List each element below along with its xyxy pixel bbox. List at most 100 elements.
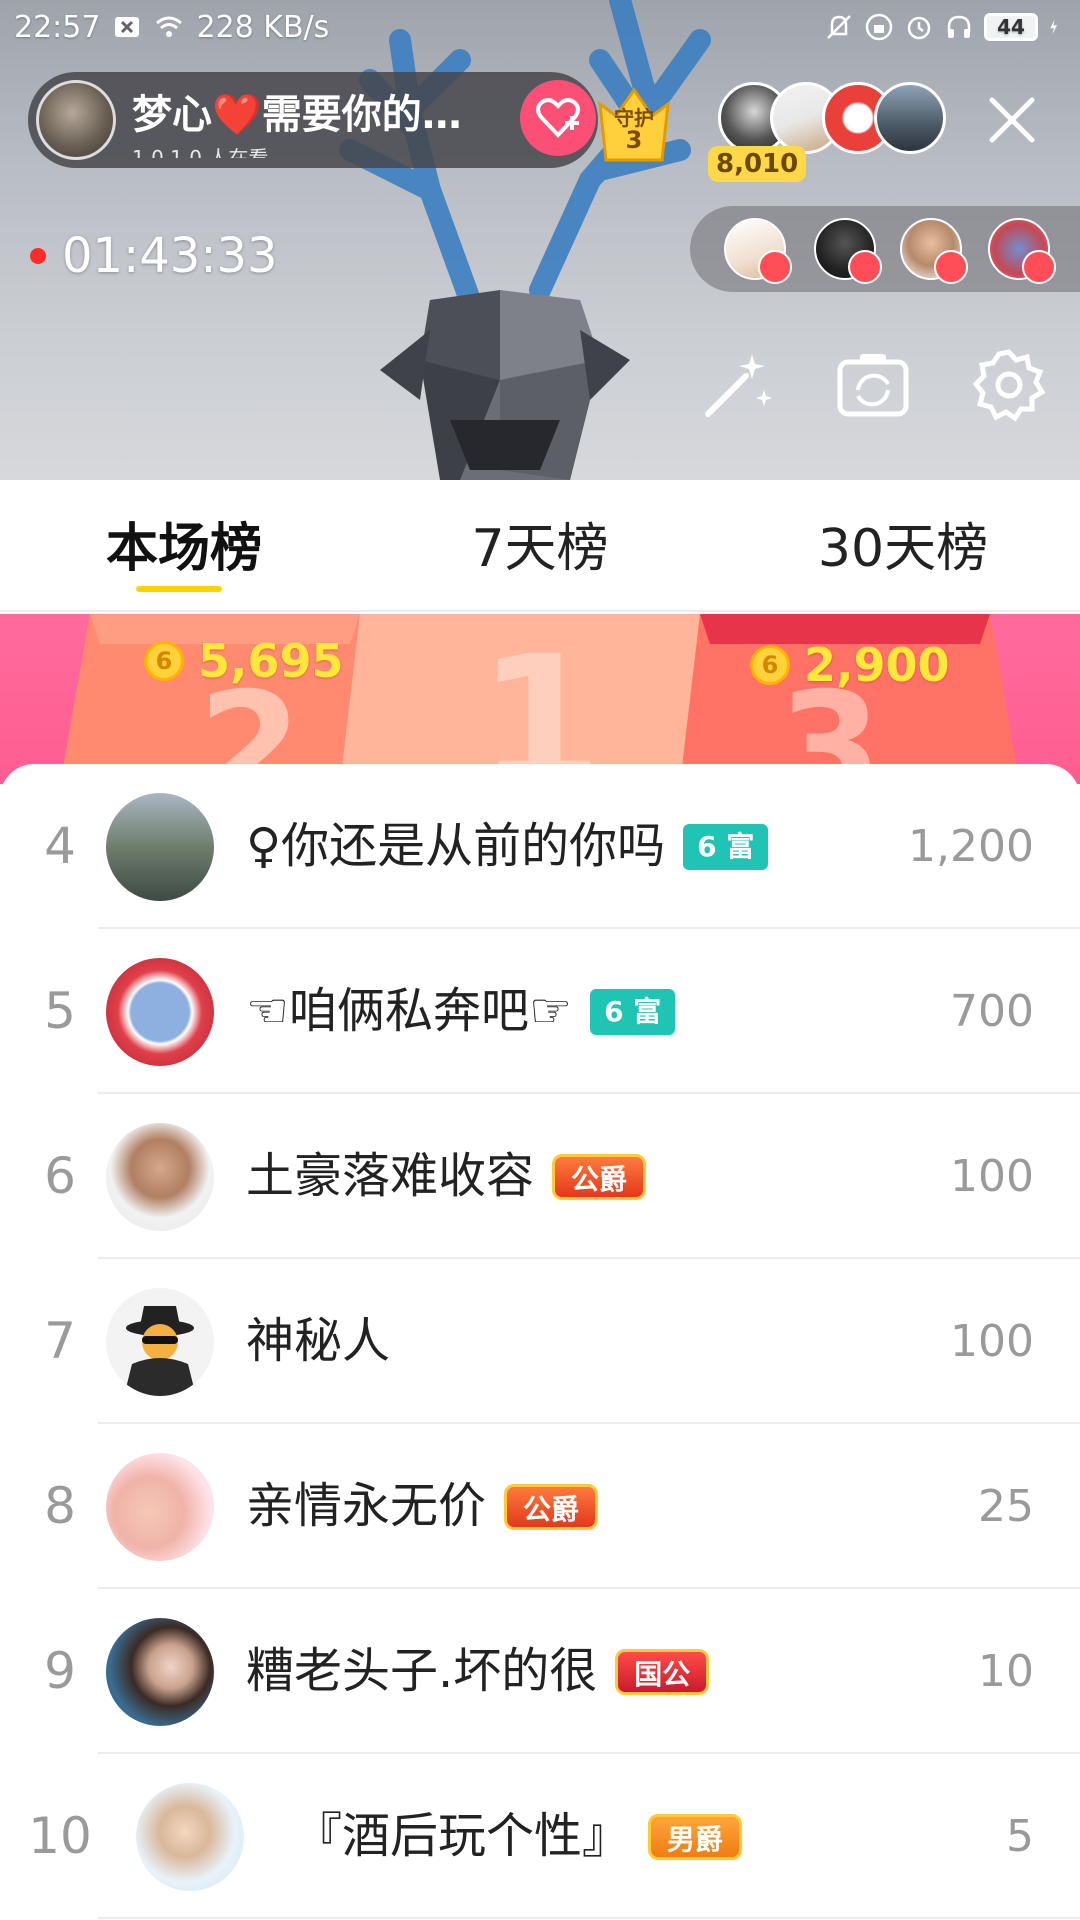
settings-gear-icon[interactable]: [970, 346, 1048, 424]
ranking-row[interactable]: 10 『酒后玩个性』 男爵 5: [0, 1754, 1080, 1919]
mystery-person-icon: [124, 1306, 196, 1396]
rank-number: 9: [44, 1642, 76, 1700]
user-name: 『酒后玩个性』 男爵: [294, 1754, 743, 1919]
recording-dot: [30, 248, 46, 264]
user-avatar[interactable]: [106, 1618, 214, 1726]
user-avatar[interactable]: [106, 1453, 214, 1561]
anchor-name: 梦心❤️需要你的…: [132, 92, 462, 138]
user-name-text: 『酒后玩个性』: [294, 1808, 631, 1864]
contribution-score: 1,200: [908, 821, 1034, 872]
battery-indicator: 44: [984, 13, 1038, 41]
wealth-level-badge: 6 富: [590, 988, 676, 1035]
place-2-value: 5,695: [198, 634, 344, 688]
seat-avatar[interactable]: [988, 218, 1056, 284]
tab-this-session[interactable]: 本场榜: [94, 506, 274, 581]
rank-number: 4: [44, 817, 76, 875]
user-name-text: 糟老头子.坏的很: [246, 1643, 598, 1699]
seat-strip[interactable]: [690, 206, 1080, 292]
noble-rank-badge: 公爵: [504, 1483, 599, 1530]
user-name: ♀你还是从前的你吗 6 富: [246, 764, 769, 929]
switch-camera-icon[interactable]: [834, 346, 912, 424]
live-duration: 01:43:33: [62, 228, 278, 284]
follow-button[interactable]: [520, 80, 596, 156]
ranking-list: 4 ♀你还是从前的你吗 6 富 1,200 5 ☜咱俩私奔吧☞ 6 富 700 …: [0, 764, 1080, 1920]
status-time: 22:57: [14, 9, 101, 45]
coin-icon: 6: [144, 641, 184, 681]
place-3-score: 6 2,900: [750, 638, 950, 692]
ranking-row[interactable]: 4 ♀你还是从前的你吗 6 富 1,200: [0, 764, 1080, 929]
charging-icon: [1050, 19, 1057, 35]
ranking-row[interactable]: 9 糟老头子.坏的很 国公 10: [0, 1589, 1080, 1754]
user-avatar[interactable]: [106, 1288, 214, 1396]
status-bar: 22:57 228 KB/s 44: [0, 0, 1080, 54]
seat-badge-icon: [848, 250, 882, 284]
user-name-text: ♀你还是从前的你吗: [246, 818, 666, 874]
wifi-icon: [156, 16, 183, 37]
heart-plus-icon: [536, 98, 580, 138]
tab-30-days[interactable]: 30天榜: [808, 506, 998, 581]
rank-number: 6: [44, 1147, 76, 1205]
top-three-podium: 2 1 3 6 5,695 6 2,900: [0, 614, 1080, 784]
user-name-text: 土豪落难收容: [246, 1148, 535, 1204]
anchor-info[interactable]: 梦心❤️需要你的… 1 0 1 0 人在看: [28, 72, 598, 168]
user-name: 亲情永无价 公爵: [246, 1424, 599, 1589]
user-name: 神秘人: [246, 1259, 390, 1424]
podium-numeral-1: 1: [477, 618, 602, 784]
ranking-row[interactable]: 7 神秘人 100: [0, 1259, 1080, 1424]
viewer-count: 1 0 1 0 人在看: [132, 146, 269, 158]
user-name: ☜咱俩私奔吧☞ 6 富: [246, 929, 676, 1094]
user-name-text: 神秘人: [246, 1313, 391, 1369]
live-video: 22:57 228 KB/s 44 梦心❤️需要你的… 1 0 1 0 人在看 …: [0, 0, 1080, 480]
mute-icon: [827, 15, 851, 39]
lock-rotation-icon: [865, 13, 893, 41]
user-avatar[interactable]: [106, 793, 214, 901]
seat-badge-icon: [758, 250, 792, 284]
user-avatar[interactable]: [136, 1783, 244, 1891]
user-avatar[interactable]: [106, 958, 214, 1066]
beauty-magic-icon[interactable]: [698, 346, 776, 424]
coin-count: 8,010: [708, 146, 807, 182]
user-avatar[interactable]: [106, 1123, 214, 1231]
audience-avatar[interactable]: [874, 82, 946, 154]
rank-number: 10: [28, 1807, 92, 1865]
contribution-score: 100: [950, 1151, 1034, 1202]
rank-number: 5: [44, 982, 76, 1040]
contribution-score: 25: [978, 1481, 1034, 1532]
contribution-score: 700: [950, 986, 1034, 1037]
anchor-avatar[interactable]: [36, 80, 116, 160]
live-timer: 01:43:33: [30, 228, 278, 284]
seat-badge-icon: [934, 250, 968, 284]
rank-number: 7: [44, 1312, 76, 1370]
network-speed: 228 KB/s: [196, 9, 330, 45]
contribution-score: 100: [950, 1316, 1034, 1367]
battery-level: 44: [997, 15, 1025, 39]
notification-close-icon: [115, 17, 140, 37]
contribution-score: 5: [1006, 1811, 1034, 1862]
guard-count: 3: [625, 126, 643, 154]
headphones-icon: [947, 15, 971, 38]
contribution-score: 10: [978, 1646, 1034, 1697]
user-name: 土豪落难收容 公爵: [246, 1094, 647, 1259]
seat-avatar[interactable]: [724, 218, 792, 284]
ranking-row[interactable]: 8 亲情永无价 公爵 25: [0, 1424, 1080, 1589]
close-icon[interactable]: [984, 92, 1040, 148]
seat-avatar[interactable]: [814, 218, 882, 284]
noble-rank-badge: 国公: [615, 1648, 710, 1695]
noble-rank-badge: 公爵: [552, 1153, 647, 1200]
user-name: 糟老头子.坏的很 国公: [246, 1589, 710, 1754]
ranking-tabs: 本场榜 7天榜 30天榜: [0, 480, 1080, 612]
user-name-text: ☜咱俩私奔吧☞: [246, 983, 573, 1039]
seat-avatar[interactable]: [900, 218, 968, 284]
place-2-score: 6 5,695: [144, 634, 344, 688]
rank-number: 8: [44, 1477, 76, 1535]
wealth-level-badge: 6 富: [683, 823, 769, 870]
screen: 22:57 228 KB/s 44 梦心❤️需要你的… 1 0 1 0 人在看 …: [0, 0, 1080, 1920]
tab-7-days[interactable]: 7天榜: [460, 506, 620, 581]
place-3-value: 2,900: [804, 638, 950, 692]
ranking-row[interactable]: 6 土豪落难收容 公爵 100: [0, 1094, 1080, 1259]
row-divider: [98, 1917, 1080, 1919]
noble-rank-badge: 男爵: [648, 1813, 743, 1860]
guard-badge[interactable]: 守护 3: [588, 80, 680, 172]
tab-active-indicator: [136, 586, 222, 592]
ranking-row[interactable]: 5 ☜咱俩私奔吧☞ 6 富 700: [0, 929, 1080, 1094]
